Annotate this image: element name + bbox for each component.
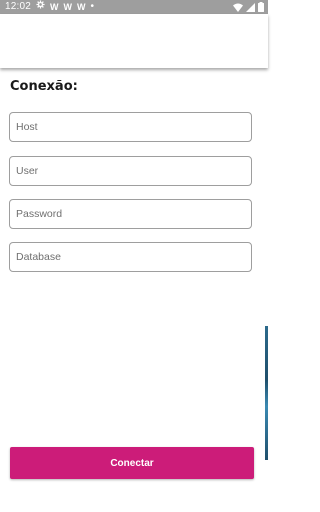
screen: 12:02 W W W • Conexão: Host User Databas… <box>0 0 268 512</box>
database-input[interactable] <box>9 242 252 272</box>
gear-icon <box>36 0 45 14</box>
connection-title: Conexão: <box>10 79 78 94</box>
host-input[interactable] <box>9 112 252 142</box>
status-bar: 12:02 W W W • <box>0 0 268 14</box>
status-time: 12:02 <box>5 1 32 12</box>
password-input[interactable] <box>9 199 252 229</box>
w-notification-icon: W <box>77 2 86 12</box>
wifi-icon <box>233 3 243 12</box>
battery-icon <box>258 2 264 12</box>
user-input[interactable] <box>9 156 252 186</box>
status-left: 12:02 W W W • <box>0 0 94 14</box>
dot-icon: • <box>90 1 95 12</box>
app-bar <box>0 14 268 68</box>
background-window-edge <box>265 326 268 460</box>
w-notification-icon: W <box>50 2 59 12</box>
signal-icon <box>246 2 255 12</box>
w-notification-icon: W <box>63 2 73 12</box>
connect-button[interactable]: Conectar <box>10 447 254 479</box>
status-right <box>233 2 268 12</box>
